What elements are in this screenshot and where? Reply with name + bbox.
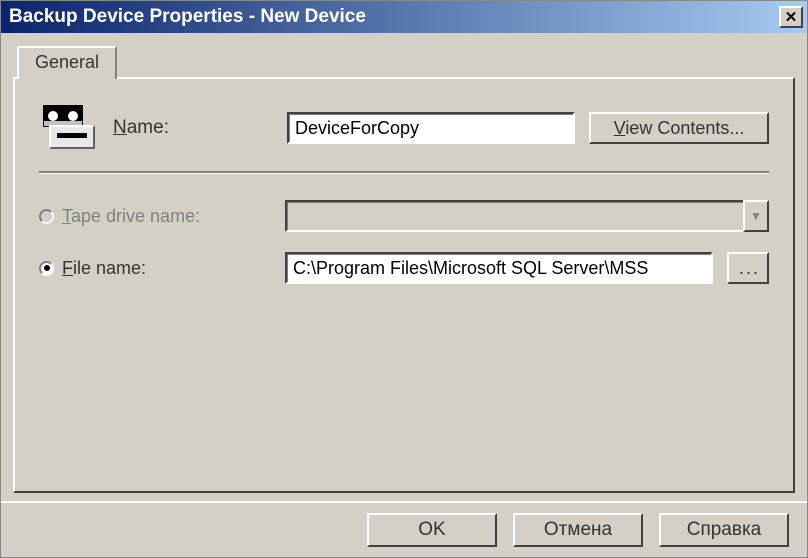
titlebar: Backup Device Properties - New Device ✕ (1, 1, 807, 33)
ok-button[interactable]: OK (367, 513, 497, 547)
backup-device-icon (43, 105, 95, 151)
tape-drive-combo: ▼ (285, 200, 769, 232)
name-row: Name: View Contents... (39, 105, 769, 151)
button-bar: OK Отмена Справка (1, 501, 807, 557)
tabstrip: General (17, 47, 795, 77)
help-button[interactable]: Справка (659, 513, 789, 547)
tape-drive-row: Tape drive name: ▼ (39, 200, 769, 232)
cancel-button[interactable]: Отмена (513, 513, 643, 547)
file-name-input[interactable] (285, 252, 713, 284)
name-label: Name: (113, 117, 273, 139)
content-area: General Name: View Contents... (1, 33, 807, 501)
chevron-down-icon: ▼ (743, 200, 769, 232)
tape-drive-radio (39, 209, 54, 224)
name-input[interactable] (287, 112, 575, 144)
browse-button[interactable]: ... (727, 252, 769, 284)
divider (39, 171, 769, 174)
tape-drive-field (285, 200, 743, 232)
close-button[interactable]: ✕ (779, 6, 803, 28)
tape-drive-label: Tape drive name: (62, 206, 200, 227)
close-icon: ✕ (785, 10, 798, 25)
tab-general[interactable]: General (17, 46, 117, 79)
file-name-radio[interactable] (39, 261, 54, 276)
file-name-label: File name: (62, 258, 146, 279)
tab-panel-general: Name: View Contents... Tape drive name: (13, 77, 795, 493)
dialog-window: Backup Device Properties - New Device ✕ … (0, 0, 808, 558)
view-contents-button[interactable]: View Contents... (589, 112, 769, 144)
window-title: Backup Device Properties - New Device (9, 6, 366, 28)
file-name-row: File name: ... (39, 252, 769, 284)
